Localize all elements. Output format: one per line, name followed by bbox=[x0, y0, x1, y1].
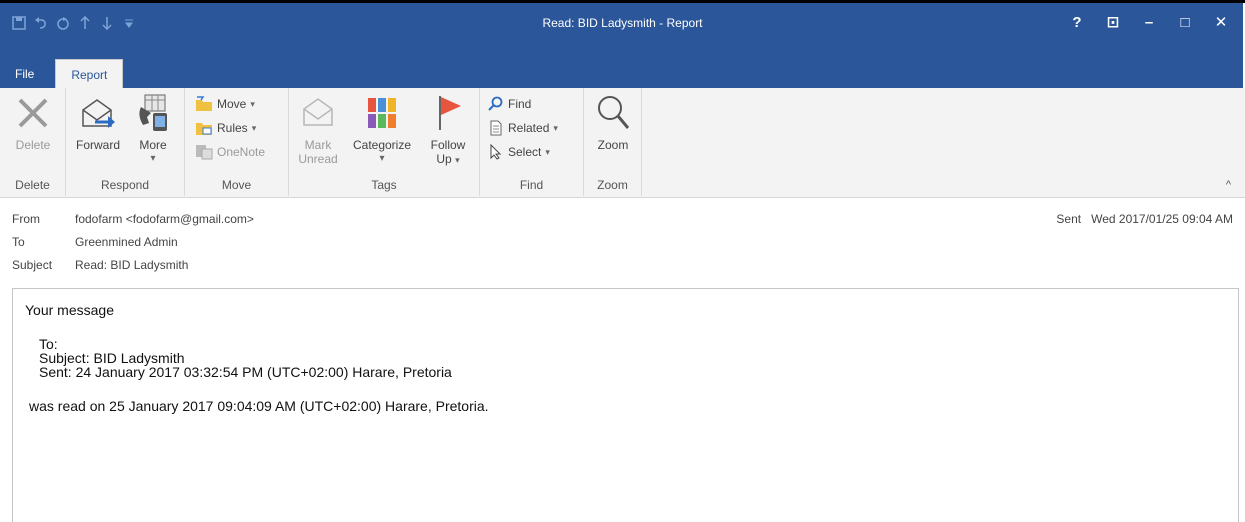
related-dropdown-arrow: ▾ bbox=[553, 122, 558, 133]
mark-unread-icon bbox=[299, 92, 337, 134]
rules-icon bbox=[196, 123, 212, 135]
select-dropdown-arrow: ▾ bbox=[545, 146, 550, 157]
more-dropdown-arrow: ▾ bbox=[150, 153, 156, 164]
close-icon[interactable]: ✕ bbox=[1203, 11, 1239, 33]
mark-unread-button[interactable]: Mark Unread bbox=[295, 92, 341, 166]
mark-label-2: Unread bbox=[298, 152, 338, 166]
flag-icon bbox=[429, 92, 467, 134]
delete-button[interactable]: Delete bbox=[6, 92, 60, 152]
group-zoom: Zoom Zoom bbox=[584, 88, 642, 196]
onenote-label: OneNote bbox=[217, 145, 266, 159]
subject-value: Read: BID Ladysmith bbox=[75, 258, 189, 272]
move-dropdown-arrow: ▾ bbox=[250, 98, 255, 109]
from-value[interactable]: fodofarm <fodofarm@gmail.com> bbox=[75, 212, 254, 226]
forward-label: Forward bbox=[75, 138, 120, 152]
body-line-to: To: bbox=[39, 336, 58, 352]
ribbon-display-icon[interactable]: ⊡ bbox=[1095, 11, 1131, 33]
to-value[interactable]: Greenmined Admin bbox=[75, 235, 178, 249]
rules-button[interactable]: Rules ▾ bbox=[195, 118, 256, 138]
mark-label-1: Mark bbox=[304, 138, 332, 152]
related-button[interactable]: Related ▾ bbox=[488, 118, 558, 138]
subject-row: Subject Read: BID Ladysmith bbox=[12, 258, 188, 272]
follow-up-button[interactable]: Follow Up ▾ bbox=[423, 92, 473, 167]
move-folder-icon bbox=[196, 96, 212, 111]
message-header: From fodofarm <fodofarm@gmail.com> To Gree… bbox=[0, 198, 1245, 278]
sent-value: Wed 2017/01/25 09:04 AM bbox=[1091, 212, 1233, 226]
follow-label-2: Up bbox=[436, 152, 452, 166]
window-controls: ? ⊡ – □ ✕ bbox=[1059, 11, 1239, 33]
follow-label-1: Follow bbox=[430, 138, 466, 152]
onenote-button[interactable]: OneNote bbox=[195, 142, 265, 162]
onenote-icon bbox=[196, 145, 213, 160]
categorize-label: Categorize bbox=[352, 138, 412, 152]
body-line-your-message: Your message bbox=[25, 302, 114, 318]
find-magnifier-icon bbox=[488, 96, 503, 111]
group-find: Find Related ▾ Select ▾ Find bbox=[480, 88, 584, 196]
from-label: From bbox=[12, 212, 40, 226]
categorize-dropdown-arrow: ▾ bbox=[379, 153, 385, 164]
body-line-sent: Sent: 24 January 2017 03:32:54 PM (UTC+0… bbox=[39, 364, 452, 380]
to-label: To bbox=[12, 235, 25, 249]
group-label-move: Move bbox=[221, 178, 252, 192]
more-label: More bbox=[139, 138, 167, 152]
related-label: Related bbox=[508, 121, 550, 135]
group-tags: Mark Unread Categorize ▾ Follow Up ▾ Tag… bbox=[289, 88, 480, 196]
categorize-icon bbox=[363, 92, 401, 134]
title-bar: Read: BID Ladysmith - Report ? ⊡ – □ ✕ F… bbox=[0, 0, 1245, 92]
more-respond-icon bbox=[134, 92, 172, 134]
subject-label: Subject bbox=[12, 258, 53, 272]
maximize-icon[interactable]: □ bbox=[1167, 11, 1203, 33]
select-label: Select bbox=[508, 145, 542, 159]
ribbon-tabs: File Report bbox=[0, 59, 124, 92]
minimize-icon[interactable]: – bbox=[1131, 11, 1167, 33]
group-delete: Delete Delete bbox=[0, 88, 66, 196]
select-cursor-icon bbox=[490, 144, 502, 160]
zoom-label: Zoom bbox=[597, 138, 629, 152]
group-label-find: Find bbox=[519, 178, 544, 192]
related-document-icon bbox=[490, 120, 502, 136]
find-label: Find bbox=[508, 97, 532, 111]
rules-label: Rules bbox=[217, 121, 248, 135]
group-move: Move ▾ Rules ▾ OneNote Move bbox=[185, 88, 289, 196]
help-icon[interactable]: ? bbox=[1059, 11, 1095, 33]
delete-x-icon bbox=[14, 92, 52, 134]
move-label: Move bbox=[217, 97, 247, 111]
body-line-read-on: was read on 25 January 2017 09:04:09 AM … bbox=[29, 398, 489, 414]
to-row: To Greenmined Admin bbox=[12, 235, 178, 249]
follow-up-dropdown-arrow: ▾ bbox=[455, 155, 460, 165]
forward-icon bbox=[79, 92, 117, 134]
find-button[interactable]: Find bbox=[488, 94, 531, 114]
from-row: From fodofarm <fodofarm@gmail.com> bbox=[12, 212, 254, 226]
sent-row: Sent Wed 2017/01/25 09:04 AM bbox=[1056, 212, 1233, 226]
forward-button[interactable]: Forward bbox=[70, 92, 126, 152]
move-button[interactable]: Move ▾ bbox=[195, 94, 255, 114]
group-respond: Forward More ▾ Respond bbox=[66, 88, 185, 196]
group-label-respond: Respond bbox=[100, 178, 150, 192]
group-label-delete: Delete bbox=[15, 178, 50, 192]
follow-up-label-2: Up ▾ bbox=[423, 152, 473, 167]
delete-label: Delete bbox=[15, 138, 51, 152]
select-button[interactable]: Select ▾ bbox=[488, 142, 550, 162]
collapse-ribbon-icon[interactable]: ^ bbox=[1226, 179, 1231, 191]
ribbon: Delete Delete Forward More ▾ Respond Mov… bbox=[0, 88, 1245, 198]
group-label-tags: Tags bbox=[371, 178, 397, 192]
categorize-button[interactable]: Categorize ▾ bbox=[345, 92, 419, 166]
rules-dropdown-arrow: ▾ bbox=[251, 122, 257, 133]
group-label-zoom: Zoom bbox=[597, 178, 628, 192]
zoom-magnifier-icon bbox=[594, 92, 632, 134]
body-line-subject: Subject: BID Ladysmith bbox=[39, 350, 185, 366]
zoom-button[interactable]: Zoom bbox=[588, 92, 638, 152]
message-body[interactable]: Your message To: Subject: BID Ladysmith … bbox=[12, 288, 1239, 522]
more-button[interactable]: More ▾ bbox=[128, 92, 178, 166]
sent-label: Sent bbox=[1056, 212, 1082, 226]
